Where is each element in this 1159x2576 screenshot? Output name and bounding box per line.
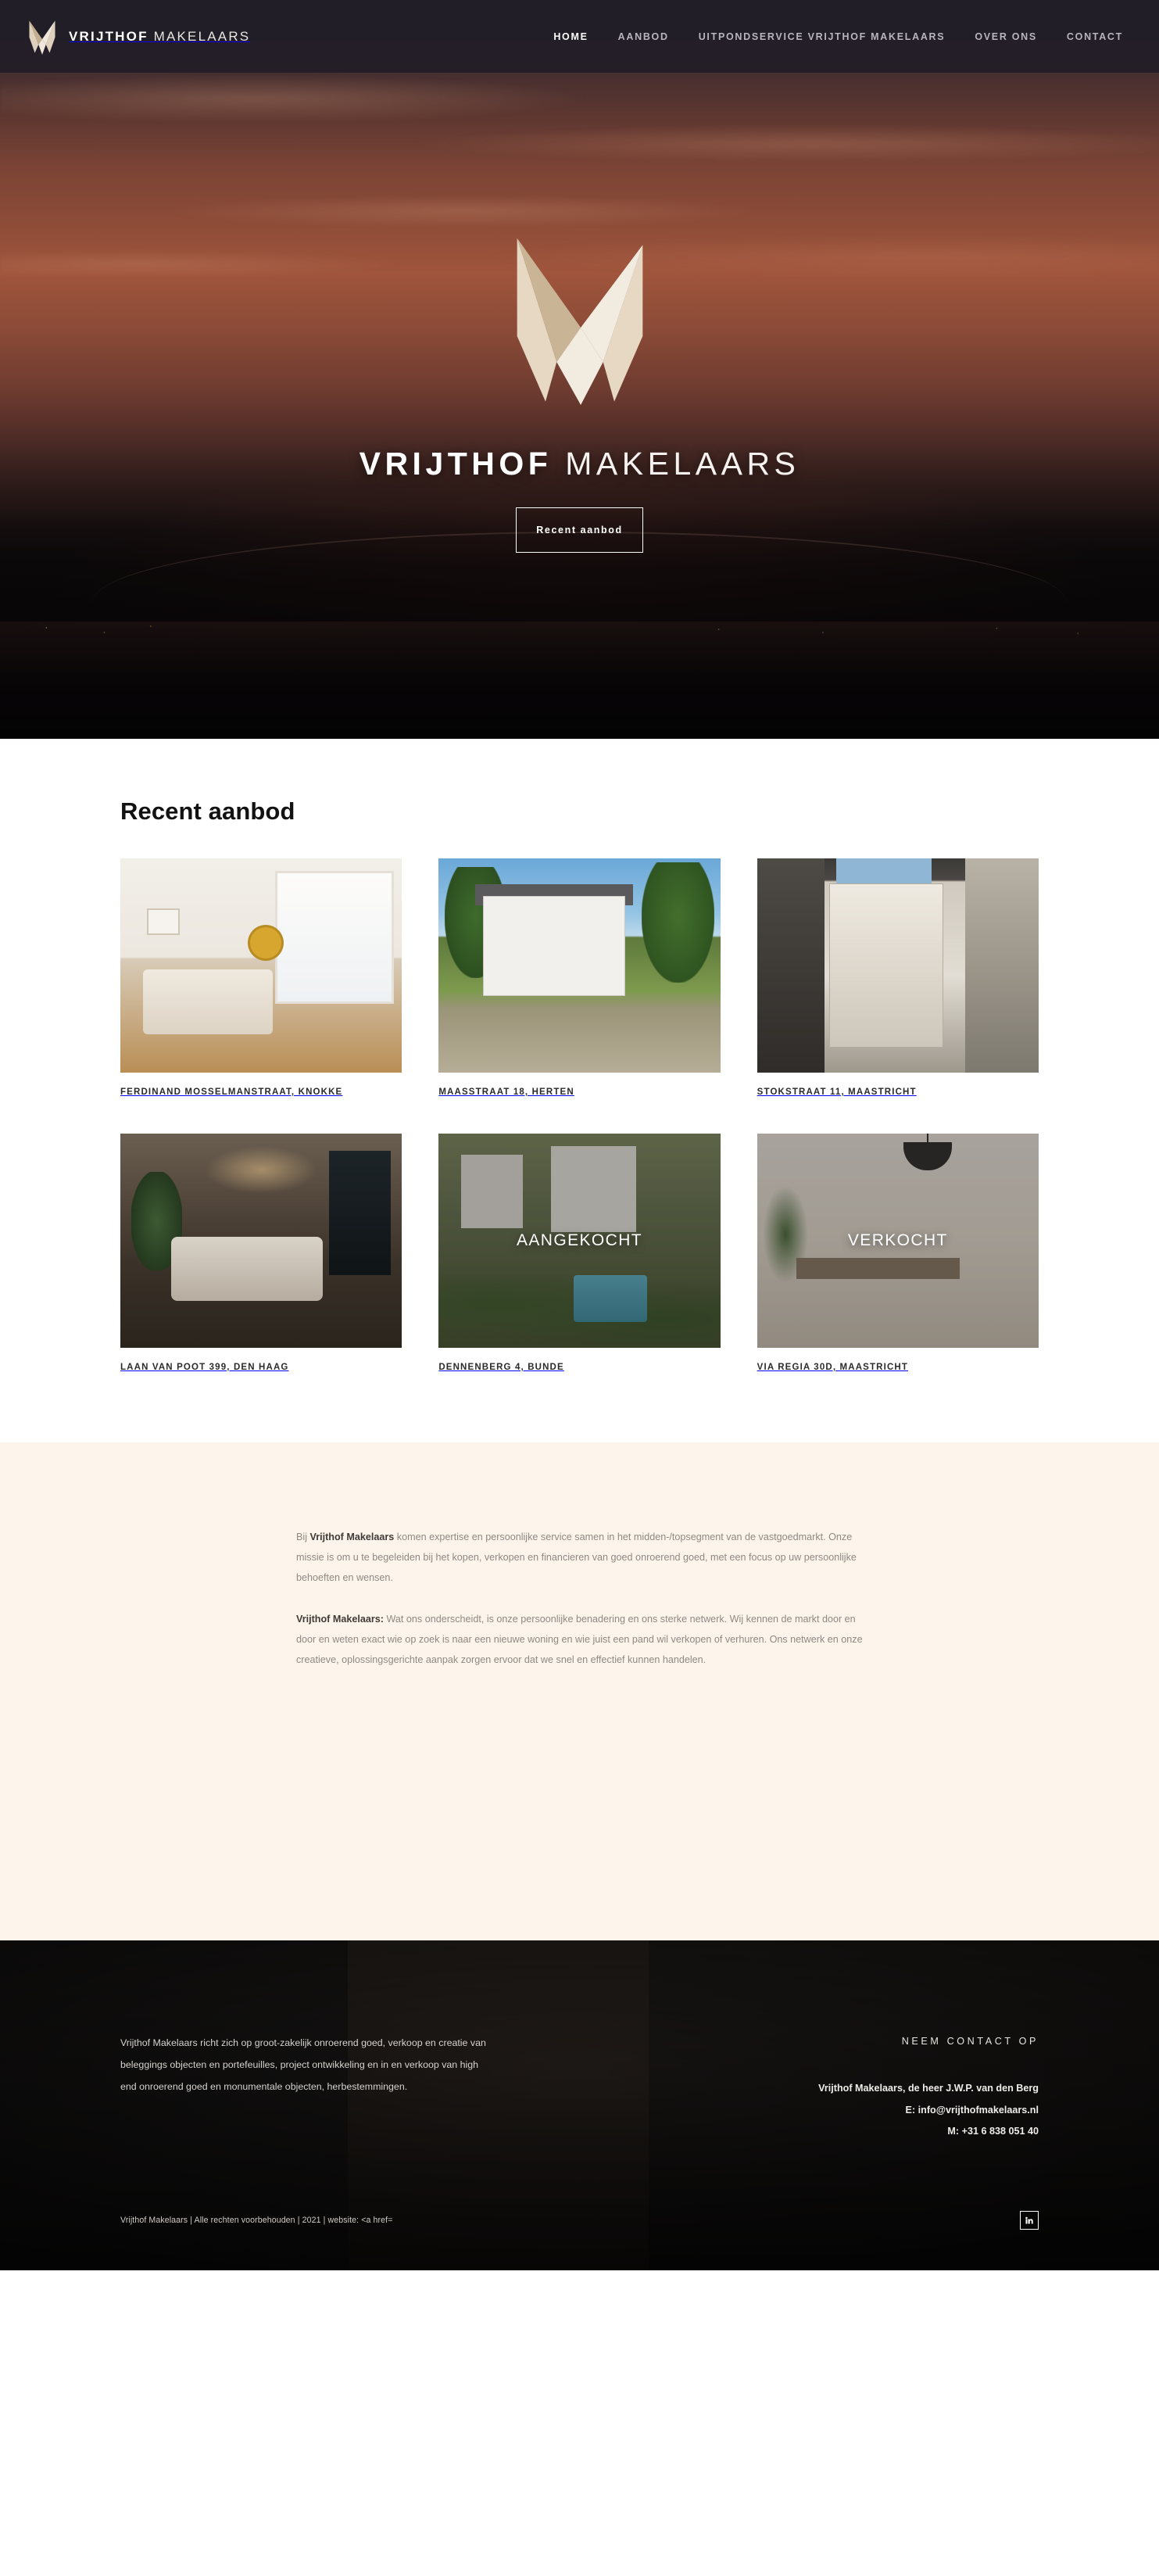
site-footer: Vrijthof Makelaars richt zich op groot-z… bbox=[0, 1940, 1159, 2271]
listing-photo bbox=[757, 858, 1039, 1073]
nav-item-over-ons[interactable]: OVER ONS bbox=[975, 31, 1037, 42]
footer-description: Vrijthof Makelaars richt zich op groot-z… bbox=[120, 2037, 486, 2092]
photo-luxury-lounge bbox=[120, 1134, 402, 1348]
listings-container: Recent aanbod FERDINAND MOSSELMANSTRAAT,… bbox=[120, 797, 1039, 1372]
listing-caption: MAASSTRAAT 18, HERTEN bbox=[438, 1087, 574, 1097]
hero-section: VRIJTHOF MAKELAARS HOME AANBOD UITPONDSE… bbox=[0, 0, 1159, 739]
listing-card[interactable]: AANGEKOCHT DENNENBERG 4, BUNDE bbox=[438, 1134, 721, 1372]
hero-title-bold: VRIJTHOF bbox=[359, 446, 553, 482]
listing-photo bbox=[120, 1134, 402, 1348]
listing-caption: FERDINAND MOSSELMANSTRAAT, KNOKKE bbox=[120, 1087, 343, 1097]
linkedin-link[interactable] bbox=[1020, 2211, 1039, 2230]
about-container: Bij Vrijthof Makelaars komen expertise e… bbox=[288, 1527, 871, 1670]
about-section: Bij Vrijthof Makelaars komen expertise e… bbox=[0, 1442, 1159, 1941]
hero-vrijthof-m-logo-icon bbox=[517, 238, 642, 405]
footer-content: Vrijthof Makelaars richt zich op groot-z… bbox=[120, 2033, 1039, 2142]
hero-title: VRIJTHOF MAKELAARS bbox=[360, 446, 800, 482]
copyright-text: Vrijthof Makelaars | Alle rechten voorbe… bbox=[120, 2216, 393, 2226]
photo-house-exterior bbox=[438, 858, 721, 1073]
main-navigation: HOME AANBOD UITPONDSERVICE VRIJTHOF MAKE… bbox=[553, 31, 1123, 42]
hero-content: VRIJTHOF MAKELAARS Recent aanbod bbox=[0, 0, 1159, 739]
listing-caption: VIA REGIA 30D, MAASTRICHT bbox=[757, 1363, 909, 1372]
contact-heading: NEEM CONTACT OP bbox=[901, 2036, 1039, 2048]
ceiling-light-glow bbox=[205, 1146, 318, 1194]
contact-phone[interactable]: M: +31 6 838 051 40 bbox=[710, 2121, 1039, 2142]
listing-caption: STOKSTRAAT 11, MAASTRICHT bbox=[757, 1087, 917, 1097]
listing-photo bbox=[438, 858, 721, 1073]
brand-logo-link[interactable]: VRIJTHOF MAKELAARS bbox=[28, 19, 250, 55]
facade bbox=[830, 883, 943, 1048]
listing-photo: VERKOCHT bbox=[757, 1134, 1039, 1348]
photo-living-room bbox=[120, 858, 402, 1073]
nav-item-aanbod[interactable]: AANBOD bbox=[618, 31, 669, 42]
right-building bbox=[965, 858, 1039, 1073]
left-building bbox=[757, 858, 825, 1073]
contact-name: Vrijthof Makelaars, de heer J.W.P. van d… bbox=[818, 2083, 1039, 2094]
nav-item-home[interactable]: HOME bbox=[553, 31, 588, 42]
wall-art bbox=[148, 909, 179, 933]
hero-cta-recent-aanbod-button[interactable]: Recent aanbod bbox=[516, 507, 643, 553]
footer-bottom-bar: Vrijthof Makelaars | Alle rechten voorbe… bbox=[120, 2211, 1039, 2270]
listing-card[interactable]: MAASSTRAAT 18, HERTEN bbox=[438, 858, 721, 1097]
wall-clock-icon bbox=[249, 926, 281, 958]
sofa bbox=[170, 1236, 324, 1301]
window bbox=[328, 1150, 391, 1275]
listings-grid: FERDINAND MOSSELMANSTRAAT, KNOKKE MAASST… bbox=[120, 858, 1039, 1372]
listing-photo: AANGEKOCHT bbox=[438, 1134, 721, 1348]
footer-columns: Vrijthof Makelaars richt zich op groot-z… bbox=[120, 2033, 1039, 2142]
about-p1-brand: Vrijthof Makelaars bbox=[309, 1532, 395, 1542]
contact-email[interactable]: E: info@vrijthofmakelaars.nl bbox=[710, 2100, 1039, 2121]
listing-card[interactable]: STOKSTRAAT 11, MAASTRICHT bbox=[757, 858, 1039, 1097]
listing-photo bbox=[120, 858, 402, 1073]
brand-name-bold: VRIJTHOF bbox=[69, 28, 148, 44]
footer-about-column: Vrijthof Makelaars richt zich op groot-z… bbox=[120, 2033, 488, 2098]
building bbox=[483, 897, 625, 996]
photo-stone-street bbox=[757, 858, 1039, 1073]
tree bbox=[641, 862, 715, 983]
nav-item-uitpondservice[interactable]: UITPONDSERVICE VRIJTHOF MAKELAARS bbox=[699, 31, 946, 42]
recent-listings-section: Recent aanbod FERDINAND MOSSELMANSTRAAT,… bbox=[0, 739, 1159, 1442]
linkedin-icon bbox=[1025, 2217, 1033, 2224]
listing-caption: DENNENBERG 4, BUNDE bbox=[438, 1363, 564, 1372]
status-badge: VERKOCHT bbox=[757, 1134, 1039, 1348]
page-title: Recent aanbod bbox=[120, 797, 295, 825]
listing-card[interactable]: VERKOCHT VIA REGIA 30D, MAASTRICHT bbox=[757, 1134, 1039, 1372]
nav-item-contact[interactable]: CONTACT bbox=[1067, 31, 1123, 42]
brand-wordmark: VRIJTHOF MAKELAARS bbox=[69, 29, 250, 45]
about-p2-brand: Vrijthof Makelaars: bbox=[296, 1613, 384, 1625]
hero-title-light: MAKELAARS bbox=[565, 446, 800, 482]
listing-card[interactable]: FERDINAND MOSSELMANSTRAAT, KNOKKE bbox=[120, 858, 402, 1097]
vrijthof-m-logo-icon bbox=[29, 20, 55, 55]
about-paragraph-2: Vrijthof Makelaars: Wat ons onderscheidt… bbox=[296, 1609, 871, 1671]
status-badge: AANGEKOCHT bbox=[438, 1134, 721, 1348]
about-p1-lead: Bij bbox=[296, 1532, 310, 1542]
site-header: VRIJTHOF MAKELAARS HOME AANBOD UITPONDSE… bbox=[0, 0, 1159, 73]
listing-card[interactable]: LAAN VAN POOT 399, DEN HAAG bbox=[120, 1134, 402, 1372]
brand-name-light: MAKELAARS bbox=[153, 28, 251, 44]
footer-contact-column: NEEM CONTACT OP Vrijthof Makelaars, de h… bbox=[710, 2033, 1039, 2142]
listing-caption: LAAN VAN POOT 399, DEN HAAG bbox=[120, 1363, 289, 1372]
about-paragraph-1: Bij Vrijthof Makelaars komen expertise e… bbox=[296, 1527, 871, 1589]
